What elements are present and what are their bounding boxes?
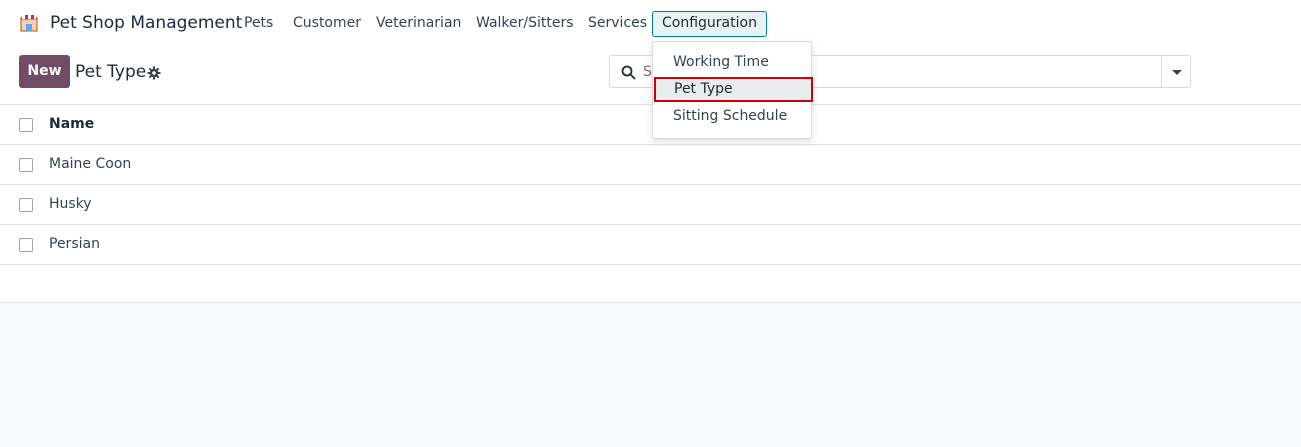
- configuration-dropdown-menu: Working Time Pet Type Sitting Schedule: [652, 41, 813, 139]
- nav-item-veterinarian[interactable]: Veterinarian: [376, 15, 461, 31]
- table-row[interactable]: Maine Coon: [0, 145, 1301, 185]
- row-name-cell[interactable]: Husky: [49, 196, 92, 212]
- search-icon: [621, 65, 636, 80]
- nav-item-walker-sitters[interactable]: Walker/Sitters: [476, 15, 574, 31]
- table-row[interactable]: Husky: [0, 185, 1301, 225]
- pet-shop-logo-icon[interactable]: [20, 14, 38, 32]
- top-navbar: Pet Shop Management Pets Customer Veteri…: [0, 0, 1301, 48]
- app-title[interactable]: Pet Shop Management: [50, 13, 242, 33]
- row-checkbox[interactable]: [19, 238, 33, 252]
- row-checkbox[interactable]: [19, 158, 33, 172]
- nav-item-pets[interactable]: Pets: [244, 15, 273, 31]
- nav-item-services[interactable]: Services: [588, 15, 647, 31]
- column-header-name[interactable]: Name: [49, 116, 94, 132]
- table-row[interactable]: Persian: [0, 225, 1301, 265]
- menu-item-sitting-schedule[interactable]: Sitting Schedule: [653, 104, 811, 129]
- row-name-cell[interactable]: Maine Coon: [49, 156, 131, 172]
- page: Pet Shop Management Pets Customer Veteri…: [0, 0, 1301, 447]
- table-header-row: Name: [0, 105, 1301, 145]
- new-button[interactable]: New: [19, 55, 70, 88]
- caret-down-icon: [1172, 70, 1182, 75]
- row-checkbox[interactable]: [19, 198, 33, 212]
- gear-icon[interactable]: [147, 65, 161, 80]
- search-options-toggle[interactable]: [1161, 55, 1191, 88]
- nav-item-customer[interactable]: Customer: [293, 15, 361, 31]
- list-footer: [0, 265, 1301, 303]
- page-title: Pet Type: [75, 62, 147, 82]
- control-panel: New Pet Type: [0, 48, 1301, 104]
- row-name-cell[interactable]: Persian: [49, 236, 100, 252]
- nav-item-configuration[interactable]: Configuration: [652, 11, 767, 37]
- menu-item-working-time[interactable]: Working Time: [653, 50, 811, 75]
- select-all-checkbox[interactable]: [19, 118, 33, 132]
- menu-item-pet-type[interactable]: Pet Type: [654, 77, 813, 102]
- list-view: Name Maine Coon Husky Persian: [0, 104, 1301, 303]
